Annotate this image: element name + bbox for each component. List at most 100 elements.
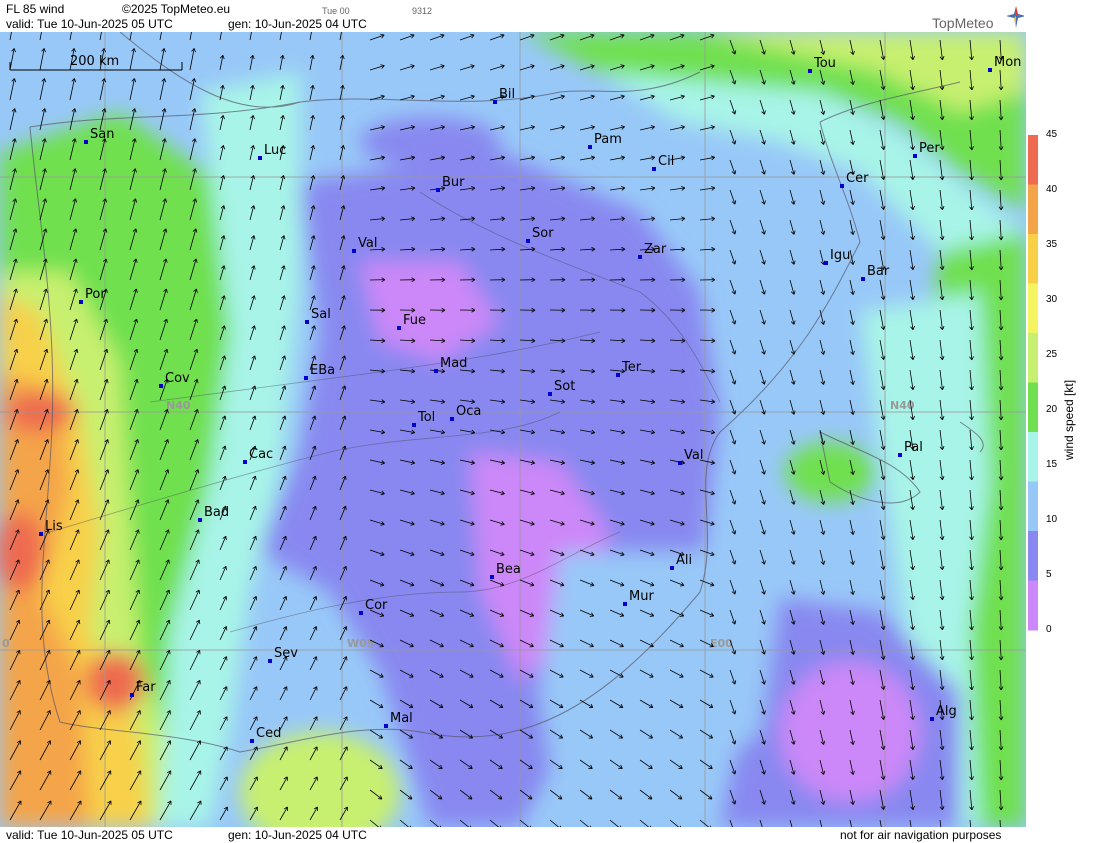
city-marker [397,326,401,330]
city-label: Sor [532,226,554,241]
city-marker [824,261,828,265]
city-label: San [90,127,114,142]
legend-swatch [1028,135,1038,185]
city-label: Por [85,287,106,302]
city-marker [490,575,494,579]
city-marker [623,602,627,606]
city-label: Mad [440,356,467,371]
wind-arrow-head [409,615,414,617]
legend-tick: 25 [1046,349,1058,360]
city-label: Bil [499,87,515,102]
city-label: Cov [165,371,190,386]
footer-generated: gen: 10-Jun-2025 04 UTC [228,828,367,842]
legend-swatch [1028,382,1038,433]
wind-arrow-head [18,559,20,564]
wind-arrow-head [255,566,257,571]
wind-arrow-head [589,615,594,617]
city-marker [526,239,530,243]
wind-arrow-head [198,559,200,564]
legend-tick: 0 [1046,624,1052,635]
legend-tick: 15 [1046,459,1058,470]
city-marker [159,384,163,388]
city-label: EBa [310,363,335,378]
city-label: Ali [676,553,692,568]
footer-valid: valid: Tue 10-Jun-2025 05 UTC [6,828,173,842]
city-label: Ter [621,360,642,375]
legend-tick: 45 [1046,129,1058,140]
city-marker [616,373,620,377]
legend-swatch [1028,184,1038,235]
wind-arrow-head [18,529,20,534]
city-label: Per [919,141,940,156]
city-marker [434,369,438,373]
wind-arrow-head [108,529,110,534]
city-marker [493,100,497,104]
city-label: Val [684,448,703,463]
wind-arrow-head [469,615,474,617]
wind-map[interactable]: N40 N40 W05 E00 0 Tou Mon Bil San Pam Luc Cil P… [0,32,1026,827]
city-label: Luc [264,143,286,158]
legend-tick: 10 [1046,514,1058,525]
wind-arrow-head [255,536,257,541]
city-marker [39,532,43,536]
city-label: Bar [867,264,890,279]
legend-tick: 40 [1046,184,1058,195]
city-marker [436,188,440,192]
wind-arrow-head [709,615,714,617]
legend-tick: 30 [1046,294,1058,305]
city-marker [304,376,308,380]
legend-swatch [1028,531,1038,581]
wind-arrow-head [529,615,534,617]
city-marker [352,249,356,253]
city-marker [638,255,642,259]
lat-label: N40 [166,399,191,412]
city-label: Cac [249,447,273,462]
wind-arrow-head [225,566,227,571]
wind-arrow-head [315,566,317,571]
wind-arrow-head [225,536,227,541]
wind-arrow-head [198,529,200,534]
valid-time: valid: Tue 10-Jun-2025 05 UTC [6,17,173,31]
city-marker [198,518,202,522]
legend-swatch [1028,283,1038,334]
city-label: Pam [594,132,622,147]
wind-arrow-head [78,559,80,564]
city-marker [412,423,416,427]
city-marker [130,693,134,697]
map-title: FL 85 wind [6,2,65,16]
city-label: Far [136,680,156,695]
wind-arrow-head [108,559,110,564]
wind-arrow-head [48,559,50,564]
city-marker [359,611,363,615]
city-label: Igu [830,248,850,263]
legend-swatch [1028,481,1038,532]
city-label: Cer [846,171,869,186]
legend-swatch [1028,580,1038,631]
legend-tick: 20 [1046,404,1058,415]
city-marker [268,659,272,663]
city-label: Val [358,236,377,251]
city-label: Cil [658,154,674,169]
city-marker [678,461,682,465]
wind-arrow-head [168,559,170,564]
wind-arrow-head [559,615,564,617]
city-marker [670,566,674,570]
city-marker [898,453,902,457]
city-marker [258,156,262,160]
city-label: Zar [644,242,667,257]
city-label: Bad [204,505,229,520]
header: FL 85 wind ©2025 TopMeteo.eu Tue 00 9312… [0,0,1026,32]
city-marker [808,69,812,73]
wind-arrow-head [379,615,384,617]
wind-arrow-head [439,615,444,617]
city-label: Sot [554,379,575,394]
wind-arrow-head [619,615,624,617]
generated-time: gen: 10-Jun-2025 04 UTC [228,17,367,31]
city-label: Mur [629,589,654,604]
city-marker [450,417,454,421]
wind-arrow-head [138,529,140,534]
city-label: Oca [456,404,481,419]
logo-text: TopMeteo [932,15,994,31]
city-label: Mal [390,711,413,726]
city-label: Pal [904,440,923,455]
